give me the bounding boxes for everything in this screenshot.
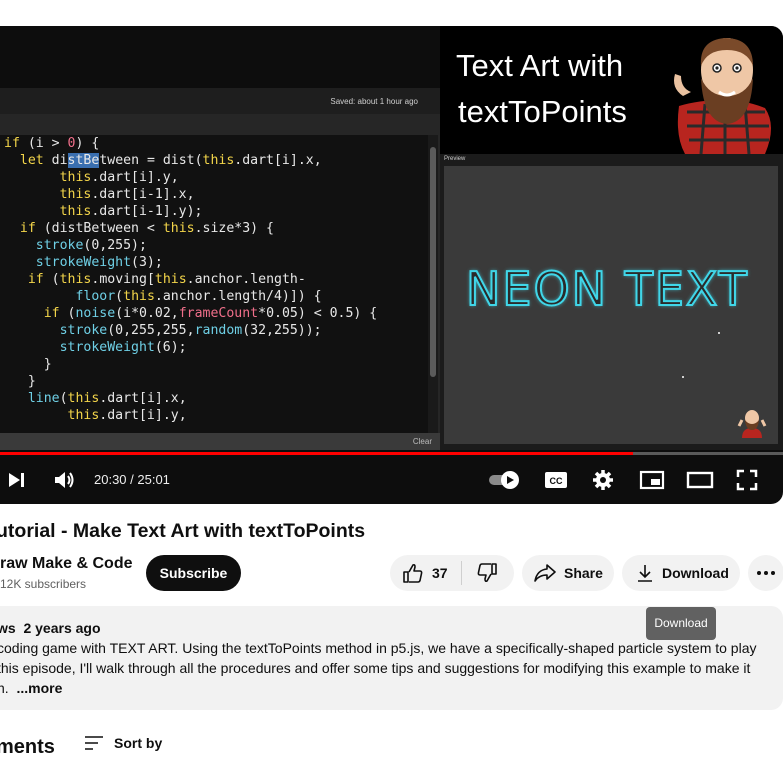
- video-title: utorial - Make Text Art with textToPoint…: [0, 520, 366, 542]
- more-horizontal-icon: [757, 571, 775, 575]
- sort-icon: [85, 736, 103, 750]
- like-button[interactable]: 37: [390, 561, 462, 585]
- sort-by-button[interactable]: Sort by: [84, 735, 162, 751]
- code-area: if (i > 0) { let distBetween = dist(this…: [0, 135, 428, 433]
- dislike-button[interactable]: [462, 562, 498, 584]
- code-line: }: [4, 357, 52, 372]
- code-editor-frame: Saved: about 1 hour ago if (i > 0) { let…: [0, 88, 440, 450]
- progress-bar[interactable]: [0, 452, 783, 455]
- code-line: strokeWeight(3);: [35, 255, 163, 270]
- thumbs-down-icon: [477, 563, 497, 583]
- code-line: if (i > 0) {: [4, 136, 100, 151]
- show-more-link[interactable]: ...more: [16, 680, 62, 696]
- preview-canvas: NEON TEXT: [444, 166, 778, 444]
- code-line: this.dart[i-1].x,: [59, 187, 195, 202]
- description-line-2: this episode, I'll walk through all the …: [0, 660, 751, 676]
- description-meta: ws 2 years ago: [0, 620, 101, 636]
- code-line: this.dart[i].y,: [59, 170, 179, 185]
- svg-text:CC: CC: [550, 476, 563, 486]
- settings-icon[interactable]: [592, 469, 614, 491]
- download-button[interactable]: Download: [622, 555, 740, 591]
- saved-status: Saved: about 1 hour ago: [330, 97, 418, 106]
- download-tooltip: Download: [646, 607, 716, 640]
- code-line: line(this.dart[i].x,: [27, 391, 187, 406]
- fullscreen-icon[interactable]: [736, 469, 758, 491]
- share-label: Share: [564, 565, 603, 581]
- subscriber-count: 12K subscribers: [0, 577, 87, 591]
- more-actions-button[interactable]: [748, 555, 783, 591]
- thumbs-up-icon: [403, 563, 423, 583]
- code-line: if (distBetween < this.size*3) {: [19, 221, 274, 236]
- download-icon: [638, 565, 652, 582]
- code-line: if (noise(i*0.02,frameCount*0.05) < 0.5)…: [43, 306, 378, 321]
- preview-label: Preview: [444, 156, 466, 162]
- editor-scrollbar: [428, 135, 438, 433]
- captions-icon[interactable]: CC: [544, 470, 568, 490]
- particle-dot: [718, 332, 720, 334]
- code-line: floor(this.anchor.length/4)]) {: [75, 289, 322, 304]
- channel-name[interactable]: raw Make & Code: [0, 555, 132, 573]
- code-line: strokeWeight(6);: [59, 340, 187, 355]
- miniplayer-icon[interactable]: [639, 470, 665, 490]
- view-count: ws: [0, 620, 16, 636]
- share-icon: [534, 564, 556, 582]
- autoplay-toggle-icon[interactable]: [488, 470, 522, 490]
- description-line-3-text: n.: [0, 680, 9, 696]
- code-line: this.dart[i-1].y);: [59, 204, 203, 219]
- share-button[interactable]: Share: [522, 555, 614, 591]
- console-clear-label: Clear: [412, 437, 432, 446]
- presenter-avatar-icon: [674, 38, 771, 154]
- title-card-line-2: textToPoints: [458, 94, 627, 129]
- editor-topbar: Saved: about 1 hour ago: [0, 88, 440, 114]
- code-line: this.dart[i].y,: [67, 408, 187, 423]
- small-avatar-icon: [737, 410, 767, 438]
- progress-played: [0, 452, 634, 455]
- code-line: stroke(0,255,255,random(32,255));: [59, 323, 322, 338]
- video-player[interactable]: Saved: about 1 hour ago if (i > 0) { let…: [0, 26, 783, 504]
- like-dislike-group: 37: [390, 555, 514, 591]
- code-line: stroke(0,255);: [35, 238, 147, 253]
- title-card-line-1: Text Art with: [456, 48, 624, 83]
- code-line: if (this.moving[this.anchor.length-: [27, 272, 306, 287]
- theater-mode-icon[interactable]: [686, 470, 714, 490]
- next-icon[interactable]: [8, 472, 26, 488]
- particle-dot: [682, 376, 684, 378]
- description-line-1: coding game with TEXT ART. Using the tex…: [0, 640, 757, 656]
- like-count: 37: [432, 565, 448, 581]
- volume-icon[interactable]: [54, 470, 76, 490]
- comments-heading: ments: [0, 736, 55, 758]
- sketch-preview: Preview NEON TEXT: [440, 154, 783, 450]
- subscribe-button[interactable]: Subscribe: [146, 555, 241, 591]
- time-display: 20:30 / 25:01: [94, 472, 170, 487]
- upload-age: 2 years ago: [23, 620, 101, 636]
- code-line: }: [4, 374, 36, 389]
- sort-by-label: Sort by: [114, 735, 163, 751]
- code-line: let distBetween = dist(this.dart[i].x,: [19, 153, 322, 168]
- console-bar: Clear: [0, 433, 440, 450]
- description-line-3: n. ...more: [0, 680, 62, 696]
- download-label: Download: [662, 565, 729, 581]
- neon-text-art: NEON TEXT: [465, 261, 749, 317]
